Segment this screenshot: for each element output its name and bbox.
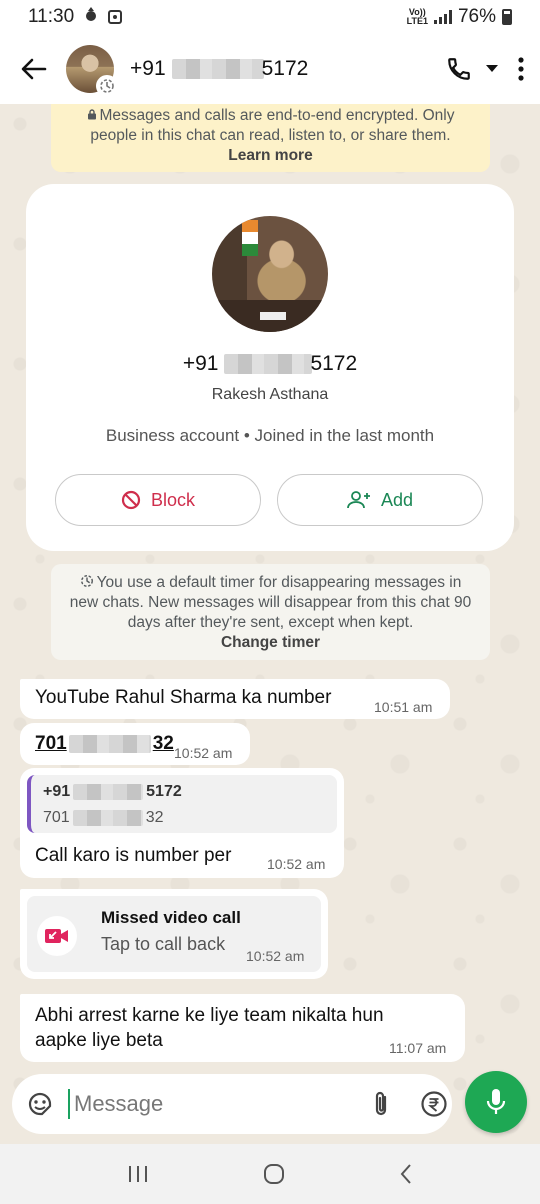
quote-prefix: +91 <box>43 783 71 800</box>
add-label: Add <box>380 489 414 510</box>
voice-message-button[interactable] <box>465 1071 527 1133</box>
contact-profile-card: +91 5172 Rakesh Asthana Business account… <box>26 184 514 551</box>
quote-body-suffix: 32 <box>145 809 164 826</box>
message-text: Abhi arrest karne ke liye team nikalta h… <box>35 1005 384 1051</box>
message-text: YouTube Rahul Sharma ka number <box>35 687 332 708</box>
lock-status-icon <box>84 6 98 28</box>
learn-more-link[interactable]: Learn more <box>51 146 490 166</box>
quoted-message[interactable]: +91 5172 701 32 <box>27 775 337 833</box>
battery-icon <box>502 9 512 25</box>
voice-call-button[interactable] <box>446 56 472 82</box>
redacted-digits <box>72 810 143 826</box>
message-bubble[interactable]: +91 5172 701 32 Call karo is number per … <box>20 768 344 878</box>
screen-record-icon <box>108 10 123 24</box>
link-suffix: 32 <box>152 733 174 754</box>
message-input[interactable] <box>68 1089 362 1119</box>
redacted-digits <box>224 354 313 374</box>
message-text: Call karo is number per <box>35 845 232 866</box>
message-composer <box>12 1074 507 1134</box>
home-button[interactable] <box>262 1162 286 1186</box>
more-vertical-icon <box>518 57 524 81</box>
profile-number-prefix: +91 <box>182 352 219 375</box>
more-options-button[interactable] <box>518 57 524 81</box>
missed-call-bubble[interactable]: Missed video call Tap to call back 10:52… <box>20 889 328 979</box>
system-navigation-bar <box>0 1144 540 1204</box>
payment-button[interactable] <box>420 1090 448 1118</box>
message-time: 10:52 am <box>174 745 233 761</box>
message-time: 10:52 am <box>267 856 326 872</box>
missed-call-card[interactable]: Missed video call Tap to call back 10:52… <box>27 896 321 972</box>
encryption-banner[interactable]: Messages and calls are end-to-end encryp… <box>51 104 490 172</box>
message-time: 10:51 am <box>374 699 433 715</box>
nameplate-shape <box>260 312 286 320</box>
message-time: 10:52 am <box>246 948 305 964</box>
phone-icon <box>448 58 470 80</box>
back-button[interactable] <box>16 51 52 87</box>
profile-number-suffix: 5172 <box>310 352 358 375</box>
volte-icon: Vo)) LTE1 <box>406 7 428 26</box>
message-time: 11:07 am <box>389 1040 447 1056</box>
recent-apps-button[interactable] <box>127 1164 149 1184</box>
call-options-dropdown[interactable] <box>486 65 498 73</box>
contact-avatar[interactable] <box>66 45 118 97</box>
paperclip-icon <box>375 1091 387 1116</box>
timer-icon <box>80 575 93 587</box>
message-bubble[interactable]: 701 32 10:52 am <box>20 723 250 765</box>
sticker-icon <box>28 1092 52 1116</box>
disappearing-timer-icon <box>96 75 118 97</box>
block-button[interactable]: Block <box>55 474 261 526</box>
missed-video-call-icon <box>37 916 77 956</box>
status-time: 11:30 <box>28 6 75 27</box>
contact-profile-photo[interactable] <box>212 216 328 332</box>
flag-shape <box>242 220 258 256</box>
quote-suffix: 5172 <box>146 783 182 800</box>
missed-call-title: Missed video call <box>101 908 241 927</box>
quote-body-prefix: 701 <box>43 809 70 826</box>
battery-percent: 76% <box>457 6 496 27</box>
sticker-button[interactable] <box>26 1090 54 1118</box>
contact-number-title[interactable]: +91 5172 <box>130 57 308 81</box>
block-label: Block <box>150 489 195 510</box>
disappearing-messages-note: You use a default timer for disappearing… <box>51 564 490 660</box>
recents-icon <box>128 1166 147 1182</box>
redacted-digits <box>73 784 144 800</box>
change-timer-link[interactable]: Change timer <box>51 633 490 653</box>
rupee-icon <box>421 1091 447 1117</box>
redacted-digits <box>171 59 264 79</box>
message-bubble[interactable]: Abhi arrest karne ke liye team nikalta h… <box>20 994 465 1062</box>
profile-number: +91 5172 <box>26 352 514 376</box>
redacted-digits <box>68 735 151 753</box>
number-suffix: 5172 <box>261 57 309 80</box>
encryption-text: Messages and calls are end-to-end encryp… <box>90 107 455 144</box>
profile-name: Rakesh Asthana <box>211 386 329 403</box>
caret-down-icon <box>486 65 498 72</box>
home-icon <box>263 1164 284 1184</box>
attach-button[interactable] <box>370 1090 392 1118</box>
microphone-icon <box>486 1089 506 1114</box>
quoted-body: 701 32 <box>43 809 164 827</box>
quoted-sender: +91 5172 <box>43 783 182 801</box>
chat-header: +91 5172 <box>0 34 540 104</box>
link-prefix: 701 <box>35 733 67 754</box>
profile-meta: Business account • Joined in the last mo… <box>105 426 435 445</box>
phone-number-link[interactable]: 701 32 <box>35 733 174 755</box>
message-bubble[interactable]: YouTube Rahul Sharma ka number 10:51 am <box>20 679 450 719</box>
add-contact-button[interactable]: Add <box>277 474 483 526</box>
missed-call-subtitle: Tap to call back <box>101 934 226 954</box>
chevron-left-icon <box>400 1164 412 1184</box>
system-note-text: You use a default timer for disappearing… <box>69 574 472 631</box>
arrow-left-icon <box>21 58 47 80</box>
add-person-icon <box>347 491 370 509</box>
status-bar: 11:30 Vo)) LTE1 76% <box>0 0 540 34</box>
nav-back-button[interactable] <box>399 1163 413 1185</box>
number-prefix: +91 <box>130 57 166 80</box>
block-icon <box>121 490 141 510</box>
lock-icon <box>87 109 96 120</box>
signal-icon <box>433 10 452 24</box>
